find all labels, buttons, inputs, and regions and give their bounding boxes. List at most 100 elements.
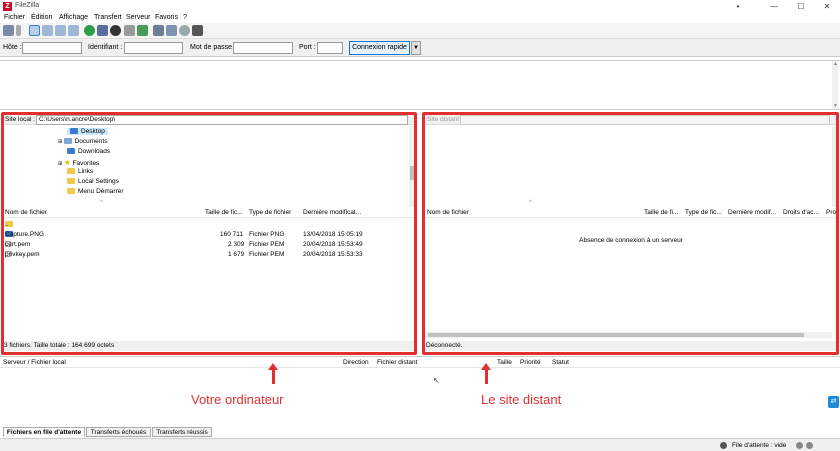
password-label: Mot de passe :: [190, 44, 236, 51]
maximize-icon[interactable]: ☐: [792, 1, 810, 12]
tab-successful-transfers[interactable]: Transferts réussis: [152, 427, 212, 437]
tab-failed-transfers[interactable]: Transferts échoués: [86, 427, 151, 437]
remote-col-owner[interactable]: Pro: [826, 209, 838, 216]
table-row[interactable]: cert.pem 2 309 Fichier PEM 20/04/2018 15…: [2, 240, 408, 250]
local-site-label: Site local :: [5, 116, 35, 123]
toggle-log-icon[interactable]: [29, 25, 40, 36]
local-annotation-label: Votre ordinateur: [191, 392, 284, 407]
remote-col-size[interactable]: Taille de fi...: [644, 209, 682, 216]
remote-col-perms[interactable]: Droits d'ac...: [783, 209, 821, 216]
remote-tree-scrollbar[interactable]: [832, 126, 838, 214]
remote-hscrollbar[interactable]: [424, 332, 832, 338]
tree-item-favorites[interactable]: ⊞ ★ Favorites: [58, 158, 99, 167]
toggle-remote-tree-icon[interactable]: [55, 25, 66, 36]
site-manager-dropdown-icon[interactable]: [16, 25, 21, 36]
remote-site-label: Site distant :: [427, 116, 463, 123]
remote-col-type[interactable]: Type de fic...: [685, 209, 723, 216]
queue-status-icon: [720, 442, 727, 449]
quickconnect-dropdown-icon[interactable]: ▼: [411, 41, 421, 55]
remote-col-name[interactable]: Nom de fichier: [427, 209, 637, 216]
queue-col-server[interactable]: Serveur / Fichier local: [3, 359, 333, 366]
user-input[interactable]: [124, 42, 183, 54]
tab-queued-files[interactable]: Fichiers en file d'attente: [3, 427, 85, 437]
title-bar: Z FileZilla • — ☐ ✕: [0, 0, 840, 13]
remote-annotation-arrow-icon: [481, 363, 491, 370]
quickconnect-button[interactable]: Connexion rapide: [349, 41, 410, 55]
tree-item-menu-demarrer[interactable]: Menu Démarrer: [67, 188, 124, 195]
quickconnect-bar: Hôte : Identifiant : Mot de passe : Port…: [0, 39, 840, 57]
queue-col-size[interactable]: Taille: [497, 359, 517, 366]
transfer-queue[interactable]: Serveur / Fichier local Direction Fichie…: [0, 356, 840, 426]
log-scrollbar[interactable]: [832, 61, 838, 109]
status-light-icon: [806, 442, 813, 449]
table-row[interactable]: Capture.PNG 160 711 Fichier PNG 13/04/20…: [2, 230, 408, 240]
menu-serveur[interactable]: Serveur: [126, 14, 151, 21]
folder-icon: [67, 168, 75, 175]
local-col-date[interactable]: Dernière modificat...: [303, 209, 368, 216]
local-tree-scrollbar[interactable]: [409, 126, 415, 214]
local-status: 3 fichiers. Taille totale : 164 699 octe…: [2, 341, 416, 351]
queue-col-direction[interactable]: Direction: [343, 359, 373, 366]
host-input[interactable]: [22, 42, 82, 54]
close-icon[interactable]: ✕: [818, 1, 836, 12]
folder-icon: [70, 128, 78, 135]
binoculars-icon[interactable]: [192, 25, 203, 36]
filezilla-logo-icon: Z: [3, 2, 12, 11]
menu-affichage[interactable]: Affichage: [59, 14, 88, 21]
tree-item-links[interactable]: Links: [67, 168, 93, 175]
local-pane: Site local : C:\Users\n.ancre\Desktop\ D…: [2, 114, 416, 353]
remote-path-input[interactable]: [460, 115, 830, 125]
star-icon: ★: [63, 158, 71, 167]
sync-browse-icon[interactable]: [179, 25, 190, 36]
menu-transfert[interactable]: Transfert: [94, 14, 122, 21]
message-log[interactable]: ▲ ▼: [0, 60, 840, 110]
refresh-icon[interactable]: [84, 25, 95, 36]
process-queue-icon[interactable]: [97, 25, 108, 36]
table-row[interactable]: privkey.pem 1 679 Fichier PEM 20/04/2018…: [2, 250, 408, 260]
teamviewer-icon[interactable]: ⇄: [828, 396, 839, 408]
menu-favoris[interactable]: Favoris: [155, 14, 178, 21]
menu-fichier[interactable]: Fichier: [4, 14, 25, 21]
window-menu-dots-icon[interactable]: •: [729, 1, 747, 12]
reconnect-icon[interactable]: [137, 25, 148, 36]
queue-status-text: File d'attente : vide: [732, 442, 787, 449]
table-row[interactable]: ..: [2, 220, 408, 230]
disconnect-icon[interactable]: [124, 25, 135, 36]
toolbar: [0, 23, 840, 39]
toggle-queue-icon[interactable]: [68, 25, 79, 36]
local-col-name[interactable]: Nom de fichier: [5, 209, 195, 216]
compare-icon[interactable]: [166, 25, 177, 36]
queue-col-status[interactable]: Statut: [552, 359, 592, 366]
scroll-up-icon[interactable]: ▲: [832, 61, 839, 67]
window-title: FileZilla: [15, 2, 40, 9]
minimize-icon[interactable]: —: [765, 1, 783, 12]
tree-item-downloads[interactable]: Downloads: [67, 148, 110, 155]
host-label: Hôte :: [3, 44, 22, 51]
local-col-type[interactable]: Type de fichier: [249, 209, 299, 216]
local-path-input[interactable]: C:\Users\n.ancre\Desktop\: [36, 115, 408, 125]
tree-item-desktop[interactable]: Desktop: [67, 128, 108, 135]
scroll-down-icon[interactable]: ▼: [832, 103, 839, 109]
sort-indicator-icon: ^: [529, 200, 532, 206]
password-input[interactable]: [233, 42, 293, 54]
cancel-icon[interactable]: [110, 25, 121, 36]
site-manager-icon[interactable]: [3, 25, 14, 36]
filter-icon[interactable]: [153, 25, 164, 36]
remote-file-header: Nom de fichier Taille de fi... Type de f…: [424, 207, 838, 218]
remote-path-bar: Site distant :: [424, 114, 838, 125]
local-col-size[interactable]: Taille de fic...: [205, 209, 245, 216]
tree-item-documents[interactable]: ⊞ Documents: [58, 138, 107, 145]
toggle-local-tree-icon[interactable]: [42, 25, 53, 36]
download-icon: [67, 148, 75, 155]
queue-col-priority[interactable]: Priorité: [520, 359, 548, 366]
remote-col-date[interactable]: Dernière modif...: [728, 209, 779, 216]
menu-help[interactable]: ?: [183, 14, 187, 21]
status-bar: File d'attente : vide: [0, 438, 840, 451]
port-label: Port :: [299, 44, 316, 51]
folder-icon: [67, 178, 75, 185]
menu-edition[interactable]: Édition: [31, 14, 52, 21]
port-input[interactable]: [317, 42, 343, 54]
menu-bar: Fichier Édition Affichage Transfert Serv…: [0, 13, 840, 23]
tree-item-local-settings[interactable]: Local Settings: [67, 178, 119, 185]
queue-col-remote-file[interactable]: Fichier distant: [377, 359, 467, 366]
